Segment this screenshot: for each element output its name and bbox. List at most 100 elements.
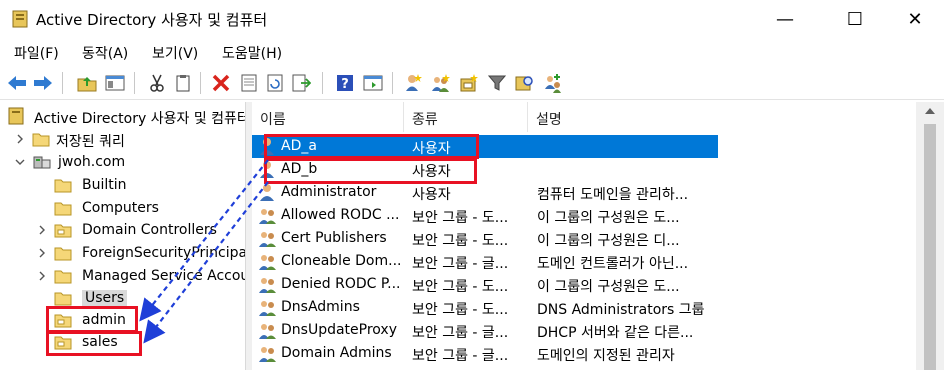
cut-icon[interactable] [146, 72, 168, 94]
new-group-icon[interactable] [430, 72, 452, 94]
folder-icon [54, 179, 72, 193]
menu-help[interactable]: 도움말(H) [222, 43, 282, 63]
chevron-right-icon[interactable] [36, 270, 48, 282]
table-row[interactable]: Denied RODC P... 보안 그룹 - 도... 이 그룹의 구성원은 도… [252, 273, 718, 296]
tree-item-saved-queries[interactable]: 저장된 쿼리 [14, 129, 245, 151]
delete-icon[interactable] [210, 72, 232, 94]
cell-type: 보안 그룹 - 도... [412, 233, 509, 249]
table-row[interactable]: Cloneable Dom... 보안 그룹 - 글... 도메인 컨트롤러가 아닌… [252, 250, 718, 273]
cell-name: DnsAdmins [281, 299, 360, 315]
tree-item-builtin[interactable]: Builtin [36, 175, 245, 197]
add-to-group-icon[interactable] [542, 72, 564, 94]
up-folder-icon[interactable] [76, 72, 98, 94]
tree-item-label: Computers [82, 200, 159, 216]
chevron-down-icon[interactable] [14, 156, 26, 168]
tree-item-foreign-security-principals[interactable]: ForeignSecurityPrincipals [36, 243, 246, 265]
menu-action[interactable]: 동작(A) [82, 43, 128, 63]
column-header-description[interactable]: 설명 [528, 102, 908, 132]
cell-type: 보안 그룹 - 도... [412, 279, 509, 295]
folder-icon [54, 247, 72, 261]
chevron-right-icon[interactable] [36, 247, 48, 259]
close-button[interactable]: ✕ [892, 0, 938, 38]
group-icon [258, 229, 278, 248]
column-header-label: 설명 [536, 112, 562, 128]
table-row[interactable]: Cert Publishers 보안 그룹 - 도... 이 그룹의 구성원은 디.… [252, 227, 718, 250]
title-bar: Active Directory 사용자 및 컴퓨터 — ☐ ✕ [0, 0, 944, 38]
folder-icon [54, 292, 72, 306]
menu-view[interactable]: 보기(V) [152, 43, 198, 63]
copy-icon[interactable] [172, 72, 194, 94]
cell-name: Administrator [281, 184, 377, 200]
help-icon[interactable]: ? [334, 72, 356, 94]
minimize-button[interactable]: — [762, 0, 808, 38]
table-row[interactable]: Allowed RODC ... 보안 그룹 - 도... 이 그룹의 구성원은 도… [252, 204, 718, 227]
menu-file[interactable]: 파일(F) [14, 43, 59, 63]
back-arrow-icon[interactable] [6, 72, 28, 94]
refresh-icon[interactable] [264, 72, 286, 94]
cell-type: 보안 그룹 - 도... [412, 210, 509, 226]
forward-arrow-icon[interactable] [32, 72, 54, 94]
column-header-label: 종류 [412, 112, 438, 128]
highlight-box-ad-b [264, 158, 477, 184]
window-title: Active Directory 사용자 및 컴퓨터 [36, 11, 268, 29]
scrollbar-thumb[interactable] [924, 124, 936, 370]
tree-item-label: jwoh.com [58, 154, 126, 170]
folder-icon [32, 133, 50, 147]
cell-description: 이 그룹의 구성원은 도... [537, 210, 680, 226]
group-icon [258, 252, 278, 271]
folder-icon [54, 270, 72, 284]
find-icon[interactable] [514, 72, 536, 94]
table-row[interactable]: DnsUpdateProxy 보안 그룹 - 글... DHCP 서버와 같은 다른… [252, 319, 718, 342]
highlight-box-admin [46, 306, 138, 333]
cell-name: Denied RODC P... [281, 276, 401, 292]
cell-name: Allowed RODC ... [281, 207, 400, 223]
tree-item-label: Domain Controllers [82, 222, 217, 238]
cell-name: Cert Publishers [281, 230, 387, 246]
toolbar: ? [0, 66, 944, 100]
tree-item-label: 저장된 쿼리 [56, 134, 125, 150]
export-list-icon[interactable] [290, 72, 312, 94]
cell-name: Cloneable Dom... [281, 253, 401, 269]
column-header-type[interactable]: 종류 [404, 102, 528, 132]
tree-item-computers[interactable]: Computers [36, 198, 245, 220]
table-row[interactable]: DnsAdmins 보안 그룹 - 도... DNS Administrators … [252, 296, 718, 319]
cell-type: 보안 그룹 - 글... [412, 325, 509, 341]
cell-description: 도메인의 지정된 관리자 [537, 348, 675, 364]
vertical-scrollbar[interactable] [916, 102, 944, 370]
cell-description: DHCP 서버와 같은 다른... [537, 325, 694, 341]
tree-item-label: ForeignSecurityPrincipals [82, 245, 246, 261]
cell-name: Domain Admins [281, 345, 392, 361]
tree-item-domain-controllers[interactable]: Domain Controllers [36, 220, 245, 242]
new-user-icon[interactable] [402, 72, 424, 94]
view-icon[interactable] [362, 72, 384, 94]
cell-type: 사용자 [412, 187, 451, 203]
user-icon [258, 183, 278, 202]
group-icon [258, 275, 278, 294]
highlight-box-sales [46, 331, 142, 356]
tree-root[interactable]: Active Directory 사용자 및 컴퓨터 [8, 106, 245, 128]
domain-icon [33, 156, 51, 169]
new-ou-icon[interactable] [458, 72, 480, 94]
tree-item-label: Managed Service Accounts [82, 268, 245, 284]
chevron-right-icon[interactable] [14, 133, 26, 145]
tree-item-managed-service-accounts[interactable]: Managed Service Accounts [36, 266, 245, 288]
ou-folder-icon [54, 224, 72, 238]
table-row[interactable]: Domain Admins 보안 그룹 - 글... 도메인의 지정된 관리자 [252, 342, 718, 365]
chevron-right-icon[interactable] [36, 224, 48, 236]
tree-item-domain[interactable]: jwoh.com [14, 152, 245, 174]
cell-type: 보안 그룹 - 글... [412, 348, 509, 364]
maximize-button[interactable]: ☐ [832, 0, 878, 38]
properties-icon[interactable] [238, 72, 260, 94]
cell-name: DnsUpdateProxy [281, 322, 397, 338]
show-console-tree-icon[interactable] [104, 72, 126, 94]
scroll-up-icon[interactable] [925, 108, 935, 114]
filter-icon[interactable] [486, 72, 508, 94]
cell-description: 도메인 컨트롤러가 아닌... [537, 256, 689, 272]
active-directory-app-icon [12, 10, 28, 28]
group-icon [258, 344, 278, 363]
menu-bar: 파일(F) 동작(A) 보기(V) 도움말(H) [0, 38, 944, 66]
cell-description: 컴퓨터 도메인을 관리하... [537, 187, 689, 203]
column-header-name[interactable]: 이름 [252, 102, 404, 132]
table-row[interactable]: Administrator 사용자 컴퓨터 도메인을 관리하... [252, 181, 718, 204]
cell-type: 보안 그룹 - 도... [412, 302, 509, 318]
